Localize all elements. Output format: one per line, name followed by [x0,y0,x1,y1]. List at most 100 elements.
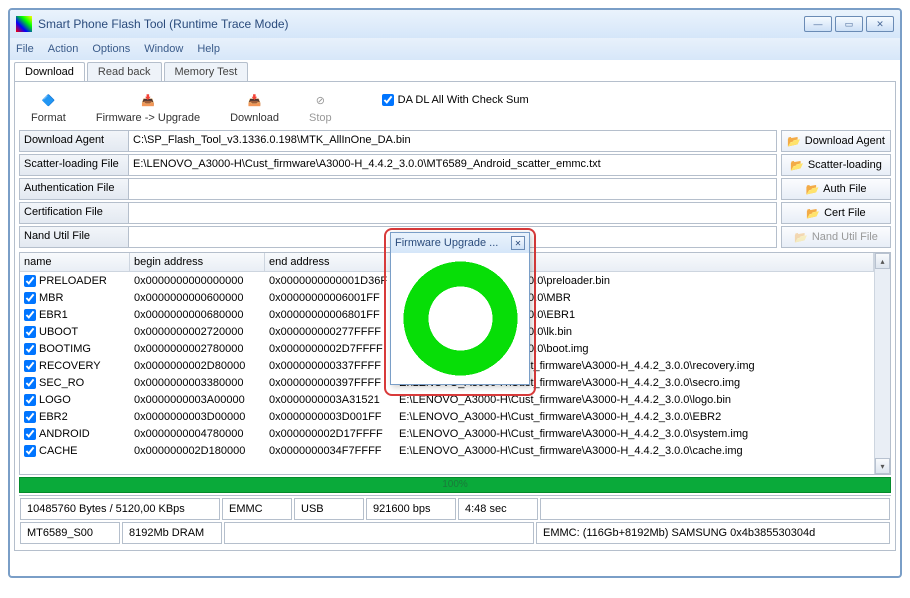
scroll-down-icon[interactable]: ▾ [875,458,890,474]
input-cert[interactable] [129,202,777,224]
tab-readback[interactable]: Read back [87,62,162,81]
firmware-upgrade-dialog: Firmware Upgrade ... ✕ [390,232,530,385]
folder-icon: 📂 [806,207,820,220]
status-bps: 921600 bps [366,498,456,520]
folder-icon: 📂 [790,159,804,172]
tabs: Download Read back Memory Test [10,60,900,81]
label-nand: Nand Util File [19,226,129,248]
maximize-button[interactable]: ▭ [835,16,863,32]
row-name: RECOVERY [39,360,101,372]
row-begin: 0x0000000004780000 [130,427,265,441]
menu-action[interactable]: Action [48,43,79,55]
tab-download[interactable]: Download [14,62,85,81]
row-checkbox[interactable] [24,343,36,355]
success-donut-icon [403,261,518,376]
row-begin: 0x0000000002780000 [130,342,265,356]
row-end: 0x000000000397FFFF [265,376,395,390]
download-button[interactable]: 📥Download [230,90,279,124]
row-checkbox[interactable] [24,360,36,372]
row-end: 0x0000000034F7FFFF [265,444,395,458]
row-location: E:\LENOVO_A3000-H\Cust_firmware\A3000-H_… [395,393,874,407]
row-begin: 0x0000000002D80000 [130,359,265,373]
row-checkbox[interactable] [24,275,36,287]
row-checkbox[interactable] [24,428,36,440]
col-name[interactable]: name [20,253,130,271]
scroll-up-icon[interactable]: ▴ [875,253,890,269]
row-checkbox[interactable] [24,292,36,304]
row-begin: 0x0000000000000000 [130,274,265,288]
upgrade-button[interactable]: 📥Firmware -> Upgrade [96,90,200,124]
folder-icon: 📂 [787,135,801,148]
label-auth: Authentication File [19,178,129,200]
status-info: EMMC: (116Gb+8192Mb) SAMSUNG 0x4b3855303… [536,522,890,544]
menubar: File Action Options Window Help [10,38,900,60]
row-name: SEC_RO [39,377,84,389]
row-end: 0x0000000000001D36F [265,274,395,288]
format-button[interactable]: 🔷Format [31,90,66,124]
row-name: ANDROID [39,428,90,440]
table-row[interactable]: CACHE0x000000002D1800000x0000000034F7FFF… [20,442,874,459]
toolbar: 🔷Format 📥Firmware -> Upgrade 📥Download ⊘… [19,86,891,130]
da-dl-checkbox[interactable]: DA DL All With Check Sum [382,94,529,106]
row-checkbox[interactable] [24,394,36,406]
row-end: 0x000000000277FFFF [265,325,395,339]
col-begin[interactable]: begin address [130,253,265,271]
status-usb: USB [294,498,364,520]
row-checkbox[interactable] [24,309,36,321]
row-end: 0x00000000006001FF [265,291,395,305]
row-begin: 0x0000000000600000 [130,291,265,305]
row-end: 0x000000002D17FFFF [265,427,395,441]
folder-icon: 📂 [794,231,808,244]
col-end[interactable]: end address [265,253,395,271]
menu-options[interactable]: Options [92,43,130,55]
table-row[interactable]: LOGO 0x0000000003A000000x0000000003A31521… [20,391,874,408]
dialog-title: Firmware Upgrade ... [395,237,511,249]
menu-help[interactable]: Help [197,43,220,55]
row-name: EBR2 [39,411,68,423]
row-checkbox[interactable] [24,445,36,457]
row-begin: 0x000000002D180000 [130,444,265,458]
folder-icon: 📂 [805,183,819,196]
status-dram: 8192Mb DRAM [122,522,222,544]
status-bar-2: MT6589_S00 8192Mb DRAM EMMC: (116Gb+8192… [19,522,891,546]
input-auth[interactable] [129,178,777,200]
status-bytes: 10485760 Bytes / 5120,00 KBps [20,498,220,520]
status-chip: MT6589_S00 [20,522,120,544]
row-end: 0x0000000003D001FF [265,410,395,424]
tab-memorytest[interactable]: Memory Test [164,62,249,81]
input-agent[interactable]: C:\SP_Flash_Tool_v3.1336.0.198\MTK_AllIn… [129,130,777,152]
row-checkbox[interactable] [24,326,36,338]
scrollbar[interactable]: ▴ ▾ [874,253,890,474]
row-location: E:\LENOVO_A3000-H\Cust_firmware\A3000-H_… [395,427,874,441]
label-cert: Certification File [19,202,129,224]
row-begin: 0x0000000000680000 [130,308,265,322]
btn-auth[interactable]: 📂Auth File [781,178,891,200]
btn-scatter[interactable]: 📂Scatter-loading [781,154,891,176]
btn-cert[interactable]: 📂Cert File [781,202,891,224]
stop-button: ⊘Stop [309,90,332,124]
menu-file[interactable]: File [16,43,34,55]
input-scatter[interactable]: E:\LENOVO_A3000-H\Cust_firmware\A3000-H_… [129,154,777,176]
titlebar: Smart Phone Flash Tool (Runtime Trace Mo… [10,10,900,38]
row-begin: 0x0000000003380000 [130,376,265,390]
btn-agent[interactable]: 📂Download Agent [781,130,891,152]
close-button[interactable]: ✕ [866,16,894,32]
row-name: PRELOADER [39,275,107,287]
table-row[interactable]: EBR20x0000000003D000000x0000000003D001FF… [20,408,874,425]
menu-window[interactable]: Window [144,43,183,55]
row-begin: 0x0000000002720000 [130,325,265,339]
row-name: UBOOT [39,326,78,338]
row-checkbox[interactable] [24,377,36,389]
row-name: BOOTIMG [39,343,91,355]
label-scatter: Scatter-loading File [19,154,129,176]
row-begin: 0x0000000003A00000 [130,393,265,407]
row-end: 0x0000000003A31521 [265,393,395,407]
minimize-button[interactable]: — [804,16,832,32]
window-title: Smart Phone Flash Tool (Runtime Trace Mo… [38,17,804,31]
row-name: MBR [39,292,63,304]
row-end: 0x00000000006801FF [265,308,395,322]
dialog-close-button[interactable]: ✕ [511,236,525,250]
table-row[interactable]: ANDROID 0x00000000047800000x000000002D17F… [20,425,874,442]
row-checkbox[interactable] [24,411,36,423]
row-name: LOGO [39,394,71,406]
